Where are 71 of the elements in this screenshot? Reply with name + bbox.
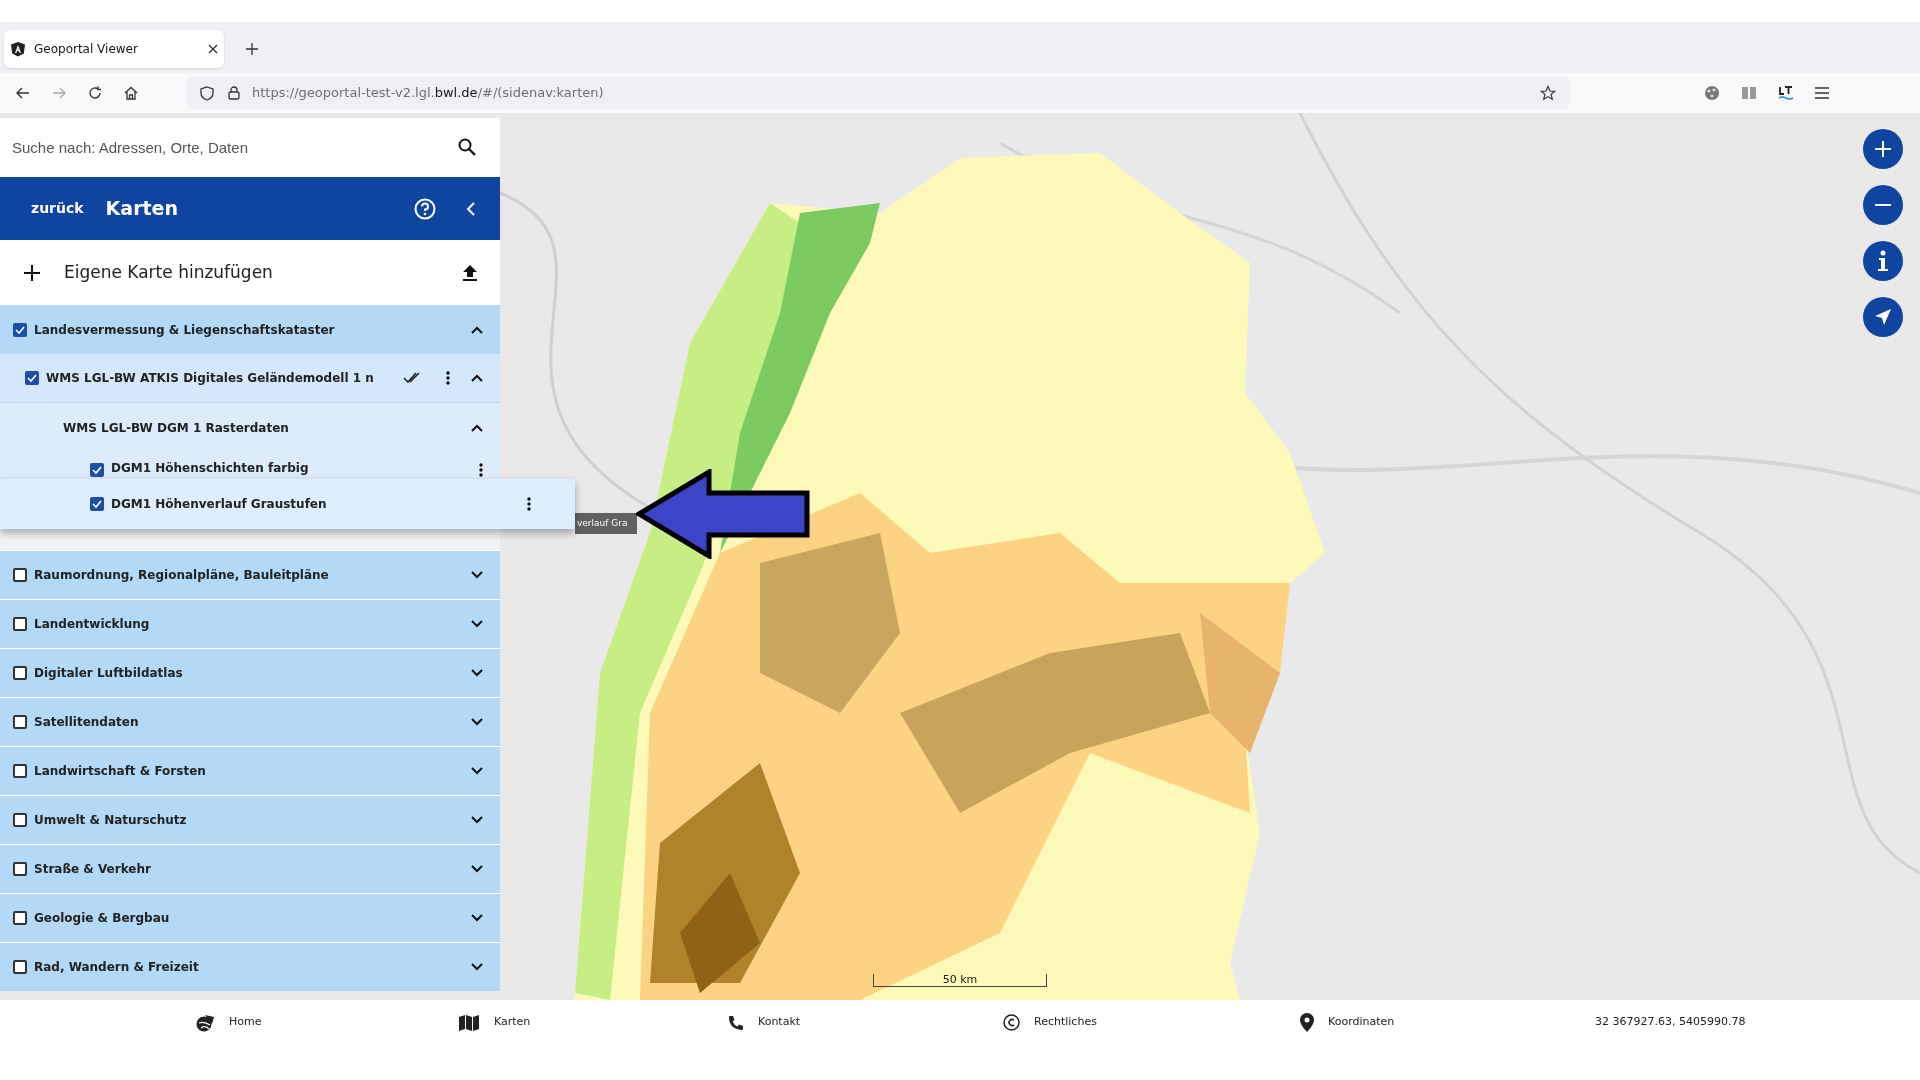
lock-icon — [228, 86, 240, 100]
checkbox[interactable] — [13, 568, 27, 582]
chevron-up-icon[interactable] — [471, 423, 483, 432]
coordinates-text: 32 367927.63, 5405990.78 — [1595, 1014, 1746, 1031]
chevron-down-icon[interactable] — [471, 816, 483, 824]
chevron-up-icon[interactable] — [471, 325, 483, 334]
checkbox[interactable] — [90, 497, 104, 511]
search-field[interactable]: Suche nach: Adressen, Orte, Daten — [0, 118, 500, 177]
new-tab-icon[interactable] — [246, 43, 258, 55]
more-icon[interactable] — [446, 371, 450, 385]
tooltip: verlauf Gra — [575, 513, 637, 534]
phone-icon — [728, 1014, 744, 1031]
map-icon — [458, 1013, 480, 1032]
copyright-icon — [1003, 1014, 1020, 1031]
checkbox[interactable] — [13, 617, 27, 631]
star-icon[interactable] — [1540, 85, 1556, 101]
chevron-down-icon[interactable] — [471, 620, 483, 628]
reload-icon[interactable] — [88, 86, 102, 100]
chevron-down-icon[interactable] — [471, 669, 483, 677]
chevron-up-icon[interactable] — [471, 374, 483, 382]
close-icon[interactable] — [208, 44, 218, 54]
checkbox[interactable] — [13, 911, 27, 925]
chevron-down-icon[interactable] — [471, 767, 483, 775]
help-icon[interactable] — [414, 197, 436, 220]
checkbox[interactable] — [13, 764, 27, 778]
browser-tab[interactable]: Geoportal Viewer — [4, 30, 224, 68]
lt-icon[interactable] — [1778, 85, 1794, 101]
info-icon — [1877, 250, 1889, 272]
back-link[interactable]: zurück — [31, 198, 84, 219]
url-bar[interactable]: https://geoportal-test-v2.lgl.bwl.de/#/(sidenav:karten) — [186, 77, 1570, 109]
checkbox[interactable] — [13, 960, 27, 974]
chevron-down-icon[interactable] — [471, 963, 483, 971]
footer-link[interactable]: Karten — [458, 1013, 531, 1032]
chevron-down-icon[interactable] — [471, 571, 483, 579]
search-icon[interactable] — [458, 138, 476, 156]
chevron-down-icon[interactable] — [471, 865, 483, 873]
minus-icon — [1875, 203, 1891, 207]
plus-icon[interactable] — [24, 264, 40, 281]
checkbox[interactable] — [13, 322, 27, 337]
url-text: https://geoportal-test-v2.lgl.bwl.de/#/(sidenav:karten) — [252, 84, 605, 103]
chevron-down-icon[interactable] — [471, 914, 483, 922]
double-check-icon[interactable] — [403, 372, 423, 384]
back-icon[interactable] — [16, 86, 30, 100]
home-icon[interactable] — [124, 86, 138, 100]
film-reel-icon[interactable] — [1704, 85, 1720, 101]
menu-icon[interactable] — [1815, 87, 1829, 99]
checkbox[interactable] — [25, 371, 39, 385]
globe-icon — [195, 1013, 215, 1032]
more-icon[interactable] — [527, 497, 531, 511]
upload-icon[interactable] — [462, 263, 478, 282]
reader-icon[interactable] — [1741, 86, 1757, 100]
plus-icon — [1875, 141, 1891, 157]
chevron-down-icon[interactable] — [471, 718, 483, 726]
checkbox[interactable] — [13, 715, 27, 729]
checkbox[interactable] — [90, 463, 104, 477]
footer-link[interactable]: Rechtliches — [1003, 1014, 1097, 1031]
collapse-icon[interactable] — [466, 201, 476, 216]
pin-icon — [1300, 1013, 1314, 1032]
navigation-icon — [1874, 308, 1892, 326]
more-icon[interactable] — [479, 463, 483, 477]
scale-bar: 50 km — [873, 974, 1047, 987]
footer-link[interactable]: Koordinaten — [1300, 1013, 1395, 1032]
footer-link[interactable]: Home — [195, 1013, 262, 1032]
footer-link[interactable]: Kontakt — [728, 1014, 801, 1031]
checkbox[interactable] — [13, 666, 27, 680]
checkbox[interactable] — [13, 862, 27, 876]
checkbox[interactable] — [13, 813, 27, 827]
app-logo-icon — [10, 41, 26, 57]
tab-title: Geoportal Viewer — [34, 41, 139, 58]
shield-icon — [200, 85, 214, 101]
panel-title: Karten — [105, 196, 180, 222]
